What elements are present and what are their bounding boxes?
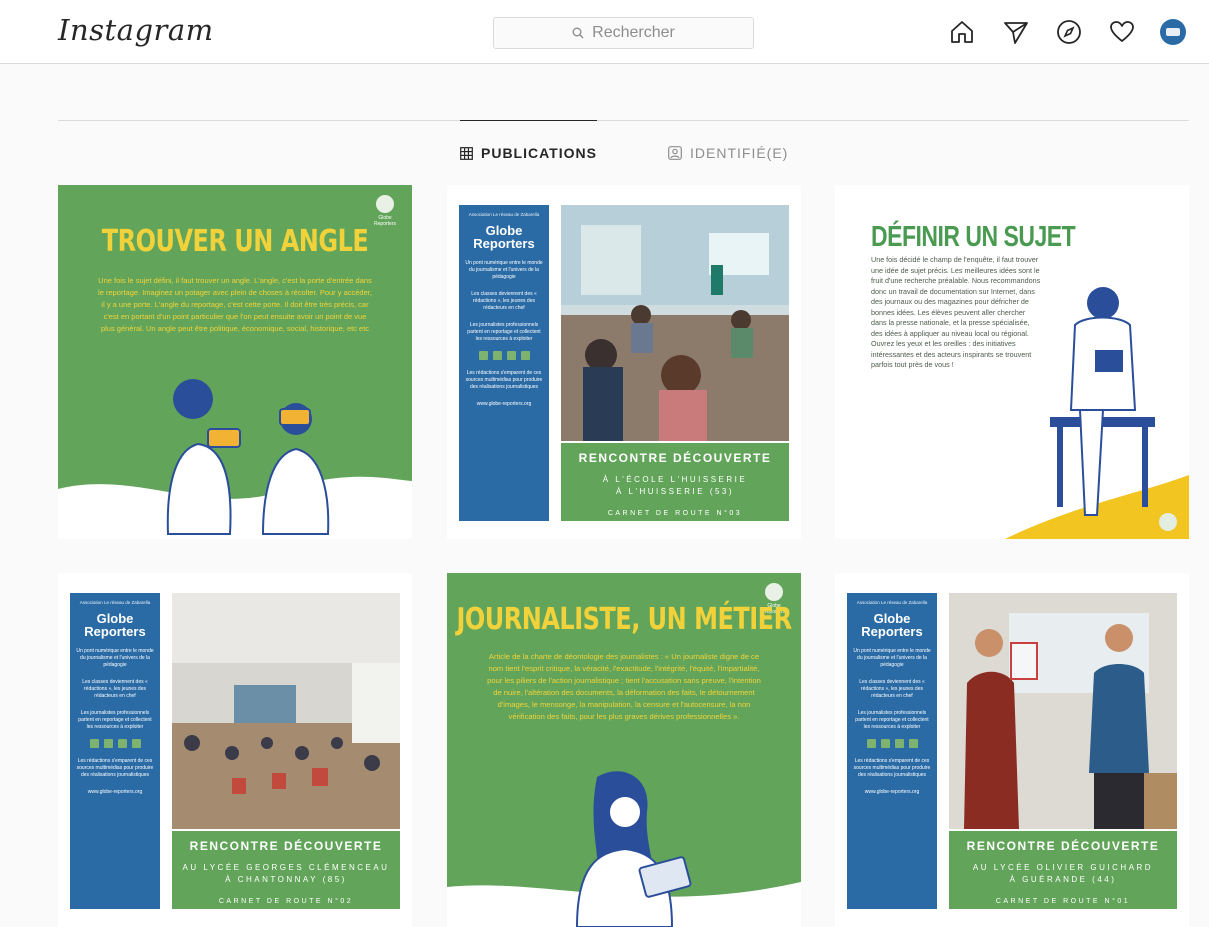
post-title: TROUVER UN ANGLE: [101, 223, 369, 259]
side-text-1: Un pont numérique entre le monde du jour…: [853, 648, 931, 668]
post-body: Une fois le sujet défini, il faut trouve…: [98, 276, 372, 333]
paper-plane-icon: [1004, 22, 1028, 44]
lecture-hall-photo: [172, 593, 400, 829]
post-carnet-de-route-03[interactable]: Association Le réseau de Zabarella Globe…: [447, 185, 801, 539]
brand-name: Globe Reporters: [84, 611, 146, 639]
home-button[interactable]: [948, 18, 976, 46]
side-text-3: Les journalistes professionnels partent …: [855, 710, 929, 730]
side-text-1: Un pont numérique entre le monde du jour…: [465, 260, 543, 280]
brand-name: Globe Reporters: [861, 611, 923, 639]
side-website: www.globe-reporters.org: [87, 789, 143, 795]
instagram-logo[interactable]: Instagram: [58, 13, 214, 47]
assoc-text: Association Le réseau de Zabarella: [468, 212, 540, 217]
tag-user-icon: [668, 146, 682, 160]
brand-name: Globe Reporters: [473, 223, 535, 251]
caption-location: AU LYCÉE OLIVIER GUICHARD À GUÉRANDE (44): [972, 863, 1154, 884]
side-text-2: Les classes deviennent des « rédactions …: [471, 291, 537, 311]
globe-reporters-side-panel: Association Le réseau de Zabarella Globe…: [459, 205, 549, 521]
globe-reporters-side-panel: Association Le réseau de Zabarella Globe…: [847, 593, 937, 909]
side-text-1: Un pont numérique entre le monde du jour…: [76, 648, 154, 668]
post-carnet-de-route-01[interactable]: Association Le réseau de Zabarella Globe…: [835, 573, 1189, 927]
journalist-laptop-illustration: [447, 771, 801, 927]
heart-icon: [1110, 21, 1134, 42]
side-text-2: Les classes deviennent des « rédactions …: [859, 679, 925, 699]
caption-title: RENCONTRE DÉCOUVERTE: [578, 451, 772, 465]
post-caption-banner: RENCONTRE DÉCOUVERTE AU LYCÉE OLIVIER GU…: [949, 831, 1177, 909]
assoc-text: Association Le réseau de Zabarella: [79, 600, 151, 605]
side-website: www.globe-reporters.org: [864, 789, 920, 795]
globe-reporters-side-panel: Association Le réseau de Zabarella Globe…: [70, 593, 160, 909]
side-text-4: Les rédactions s'emparent de ces sources…: [76, 758, 154, 778]
caption-location: À L'ÉCOLE L'HUISSERIE À L'HUISSERIE (53): [602, 475, 748, 496]
active-tab-indicator: [460, 120, 597, 121]
side-text-2: Les classes deviennent des « rédactions …: [82, 679, 148, 699]
post-body: Article de la charte de déontologie des …: [487, 652, 761, 721]
tab-tagged[interactable]: IDENTIFIÉ(E): [668, 145, 788, 161]
side-text-3: Les journalistes professionnels partent …: [467, 322, 541, 342]
profile-avatar[interactable]: [1160, 19, 1186, 45]
post-definir-un-sujet[interactable]: DÉFINIR UN SUJET Une fois décidé le cham…: [835, 185, 1189, 539]
tab-tagged-label: IDENTIFIÉ(E): [690, 145, 789, 161]
explore-button[interactable]: [1055, 18, 1083, 46]
side-text-4: Les rédactions s'emparent de ces sources…: [465, 370, 543, 390]
post-caption-banner: RENCONTRE DÉCOUVERTE AU LYCÉE GEORGES CL…: [172, 831, 400, 909]
direct-messages-button[interactable]: [1002, 18, 1030, 46]
profile-tabs-divider: [58, 120, 1189, 121]
caption-title: RENCONTRE DÉCOUVERTE: [966, 839, 1160, 853]
presentation-photo: [949, 593, 1177, 829]
side-website: www.globe-reporters.org: [476, 401, 532, 407]
assoc-text: Association Le réseau de Zabarella: [856, 600, 928, 605]
classroom-photo: [561, 205, 789, 441]
caption-location: AU LYCÉE GEORGES CLÉMENCEAU À CHANTONNAY …: [182, 863, 390, 884]
post-journaliste-un-metier[interactable]: Globe Reporters JOURNALISTE, UN MÉTIER A…: [447, 573, 801, 927]
vr-headset-illustration: [58, 379, 412, 539]
grid-icon: [460, 146, 473, 160]
post-title: JOURNALISTE, UN MÉTIER: [456, 601, 792, 637]
post-carnet-de-route-02[interactable]: Association Le réseau de Zabarella Globe…: [58, 573, 412, 927]
search-placeholder: Rechercher: [592, 24, 675, 41]
post-trouver-un-angle[interactable]: Globe Reporters TROUVER UN ANGLE Une foi…: [58, 185, 412, 539]
globe-reporters-logo: Globe Reporters: [372, 195, 398, 227]
media-icons: [852, 739, 932, 748]
reading-man-illustration: [835, 287, 1189, 539]
caption-carnet: CARNET DE ROUTE N°03: [607, 510, 743, 517]
compass-icon: [1057, 20, 1081, 44]
top-navbar: Instagram Rechercher: [0, 0, 1209, 64]
media-icons: [464, 351, 544, 360]
avatar-image: [1166, 28, 1180, 36]
search-icon: [572, 27, 584, 39]
activity-button[interactable]: [1108, 18, 1136, 46]
home-icon: [951, 21, 973, 43]
side-text-4: Les rédactions s'emparent de ces sources…: [853, 758, 931, 778]
globe-reporters-logo: [1155, 513, 1181, 531]
search-input[interactable]: Rechercher: [493, 17, 754, 49]
media-icons: [75, 739, 155, 748]
tab-publications-label: PUBLICATIONS: [481, 145, 597, 161]
side-text-3: Les journalistes professionnels partent …: [78, 710, 152, 730]
post-caption-banner: RENCONTRE DÉCOUVERTE À L'ÉCOLE L'HUISSER…: [561, 443, 789, 521]
caption-title: RENCONTRE DÉCOUVERTE: [189, 839, 383, 853]
tab-publications[interactable]: PUBLICATIONS: [460, 145, 597, 161]
